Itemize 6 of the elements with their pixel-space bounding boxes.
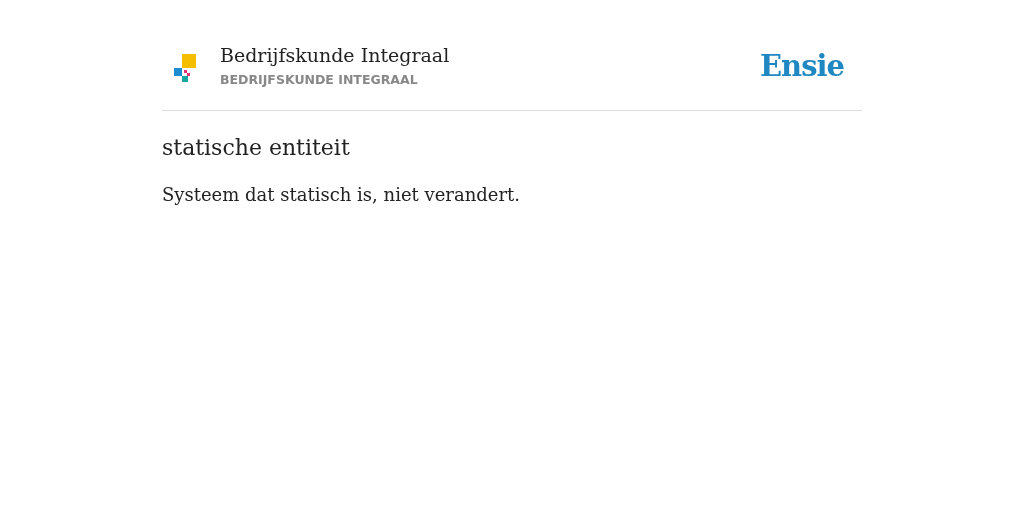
definition-text: Systeem dat statisch is, niet verandert. [162,182,521,207]
logo-icon [172,51,196,82]
site-title[interactable]: Bedrijfskunde Integraal [220,44,450,67]
term-heading: statische entiteit [162,134,351,161]
brand-logo[interactable]: Ensie [760,45,844,89]
site-subtitle: BEDRIJFSKUNDE INTEGRAAL [220,70,419,89]
